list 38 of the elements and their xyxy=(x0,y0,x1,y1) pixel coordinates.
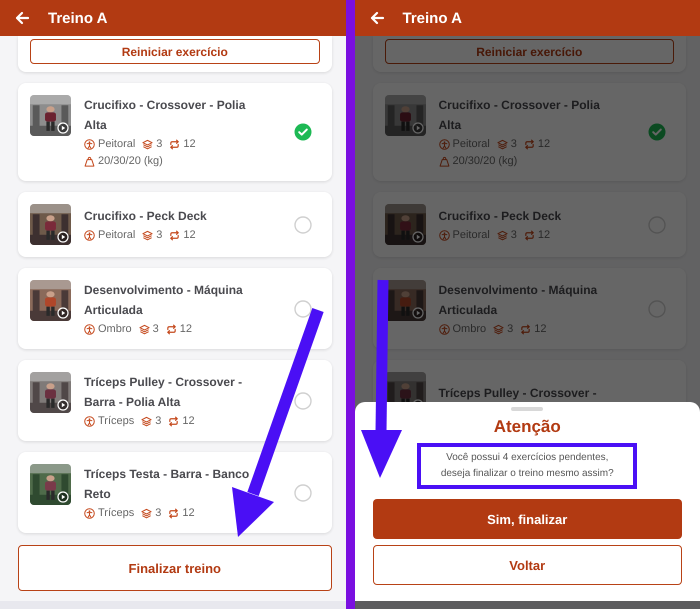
sets-count: 3 xyxy=(155,506,162,521)
muscle-label: Tríceps xyxy=(98,506,134,521)
reps-count: 12 xyxy=(183,137,196,152)
load-label: 20/30/20 (kg) xyxy=(98,154,163,169)
screen-title: Treino A xyxy=(48,10,108,26)
reps-count: 12 xyxy=(534,322,546,337)
exercise-name: Tríceps Pulley - Crossover - xyxy=(438,384,598,402)
sets-count: 3 xyxy=(510,228,517,243)
sets-count: 3 xyxy=(507,322,514,337)
muscle-label: Peitoral xyxy=(452,228,490,243)
sets-count: 3 xyxy=(155,414,162,429)
sets-count: 3 xyxy=(156,137,162,152)
exercise-name: Desenvolvimento - Máquina Articulada xyxy=(438,282,598,319)
sets-count: 3 xyxy=(510,137,517,152)
reps-count: 12 xyxy=(538,228,550,243)
exercise-name: Tríceps Testa - Barra - Banco Reto xyxy=(84,466,250,503)
muscle-label: Peitoral xyxy=(98,228,136,243)
reps-count: 12 xyxy=(180,322,192,337)
screen-title: Treino A xyxy=(402,10,462,26)
reps-count: 12 xyxy=(538,137,550,152)
dialog-message: Você possui 4 exercícios pendentes, deseja finalizar o treino mesmo assim? xyxy=(440,451,615,481)
muscle-label: Ombro xyxy=(452,322,486,337)
reps-count: 12 xyxy=(183,228,196,243)
reps-count: 12 xyxy=(182,414,195,429)
exercise-name: Crucifixo - Peck Deck xyxy=(438,208,562,225)
exercise-name: Tríceps Pulley - Crossover - Barra - Polia Alta xyxy=(84,374,244,411)
exercise-name: Crucifixo - Crossover - Polia Alta xyxy=(438,97,601,134)
muscle-label: Tríceps xyxy=(98,414,134,429)
muscle-label: Ombro xyxy=(98,322,132,337)
muscle-label: Peitoral xyxy=(98,137,136,152)
exercise-name: Crucifixo - Crossover - Polia Alta xyxy=(84,97,246,134)
sets-count: 3 xyxy=(152,322,159,337)
reps-count: 12 xyxy=(182,506,195,521)
muscle-label: Peitoral xyxy=(452,137,490,152)
load-label: 20/30/20 (kg) xyxy=(452,154,518,169)
exercise-name: Crucifixo - Peck Deck xyxy=(84,208,208,225)
exercise-name: Desenvolvimento - Máquina Articulada xyxy=(84,282,244,319)
sets-count: 3 xyxy=(156,228,162,243)
